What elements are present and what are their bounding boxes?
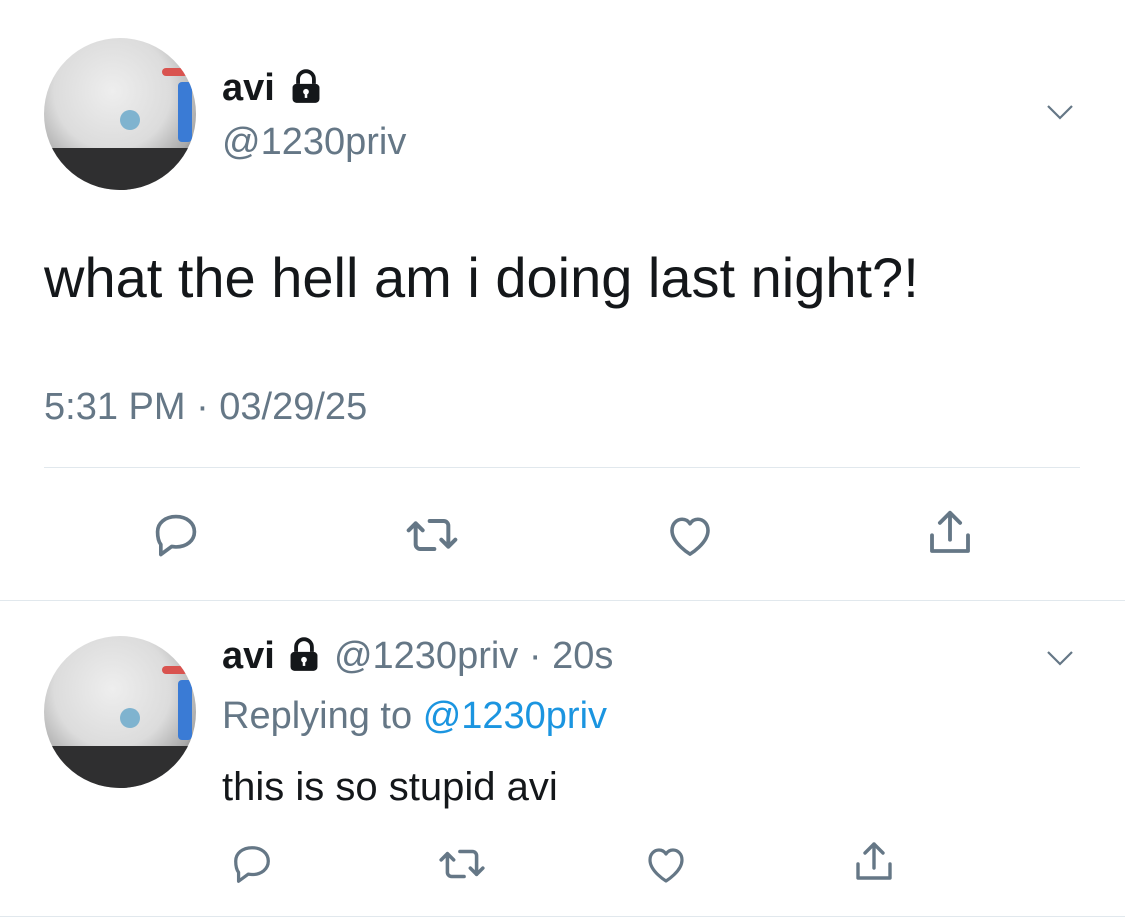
timestamp[interactable]: 5:31 PM · 03/29/25 bbox=[44, 385, 367, 429]
display-name[interactable]: avi bbox=[222, 68, 325, 108]
display-name-text[interactable]: avi bbox=[222, 67, 275, 109]
share-icon bbox=[930, 510, 970, 553]
like-button[interactable] bbox=[660, 505, 720, 565]
reply-handle[interactable]: @1230priv bbox=[334, 635, 518, 677]
chevron-down-icon[interactable] bbox=[1046, 650, 1074, 666]
reply-age[interactable]: 20s bbox=[552, 635, 613, 677]
avatar[interactable] bbox=[44, 38, 196, 190]
like-button[interactable] bbox=[638, 836, 694, 892]
replying-to: Replying to @1230priv bbox=[222, 694, 607, 738]
like-icon bbox=[670, 517, 710, 556]
reply-button[interactable] bbox=[224, 836, 280, 892]
bottom-divider bbox=[0, 916, 1125, 917]
handle[interactable]: @1230priv bbox=[222, 122, 406, 162]
replying-handle-link[interactable]: @1230priv bbox=[423, 695, 607, 737]
share-button[interactable] bbox=[920, 503, 980, 563]
retweet-button[interactable] bbox=[402, 505, 462, 565]
share-button[interactable] bbox=[846, 834, 902, 890]
reply-avatar[interactable] bbox=[44, 636, 196, 788]
retweet-icon bbox=[439, 849, 485, 879]
chevron-down-icon[interactable] bbox=[1046, 104, 1074, 120]
reply-display-name[interactable]: avi bbox=[222, 635, 275, 677]
replying-prefix: Replying to bbox=[222, 695, 413, 737]
tweet-text: what the hell am i doing last night?! bbox=[44, 246, 919, 309]
lock-icon bbox=[292, 69, 320, 103]
reply-text: this is so stupid avi bbox=[222, 765, 558, 809]
retweet-icon bbox=[406, 519, 458, 551]
lock-icon bbox=[290, 637, 318, 671]
share-icon bbox=[856, 842, 892, 880]
section-divider bbox=[0, 600, 1125, 601]
reply-icon bbox=[234, 846, 270, 883]
reply-button[interactable] bbox=[146, 505, 206, 565]
separator-dot: · bbox=[528, 635, 542, 677]
reply-header: avi @1230priv · 20s bbox=[222, 634, 613, 678]
like-icon bbox=[648, 848, 684, 883]
retweet-button[interactable] bbox=[434, 836, 490, 892]
divider bbox=[44, 467, 1080, 468]
reply-icon bbox=[155, 514, 197, 557]
